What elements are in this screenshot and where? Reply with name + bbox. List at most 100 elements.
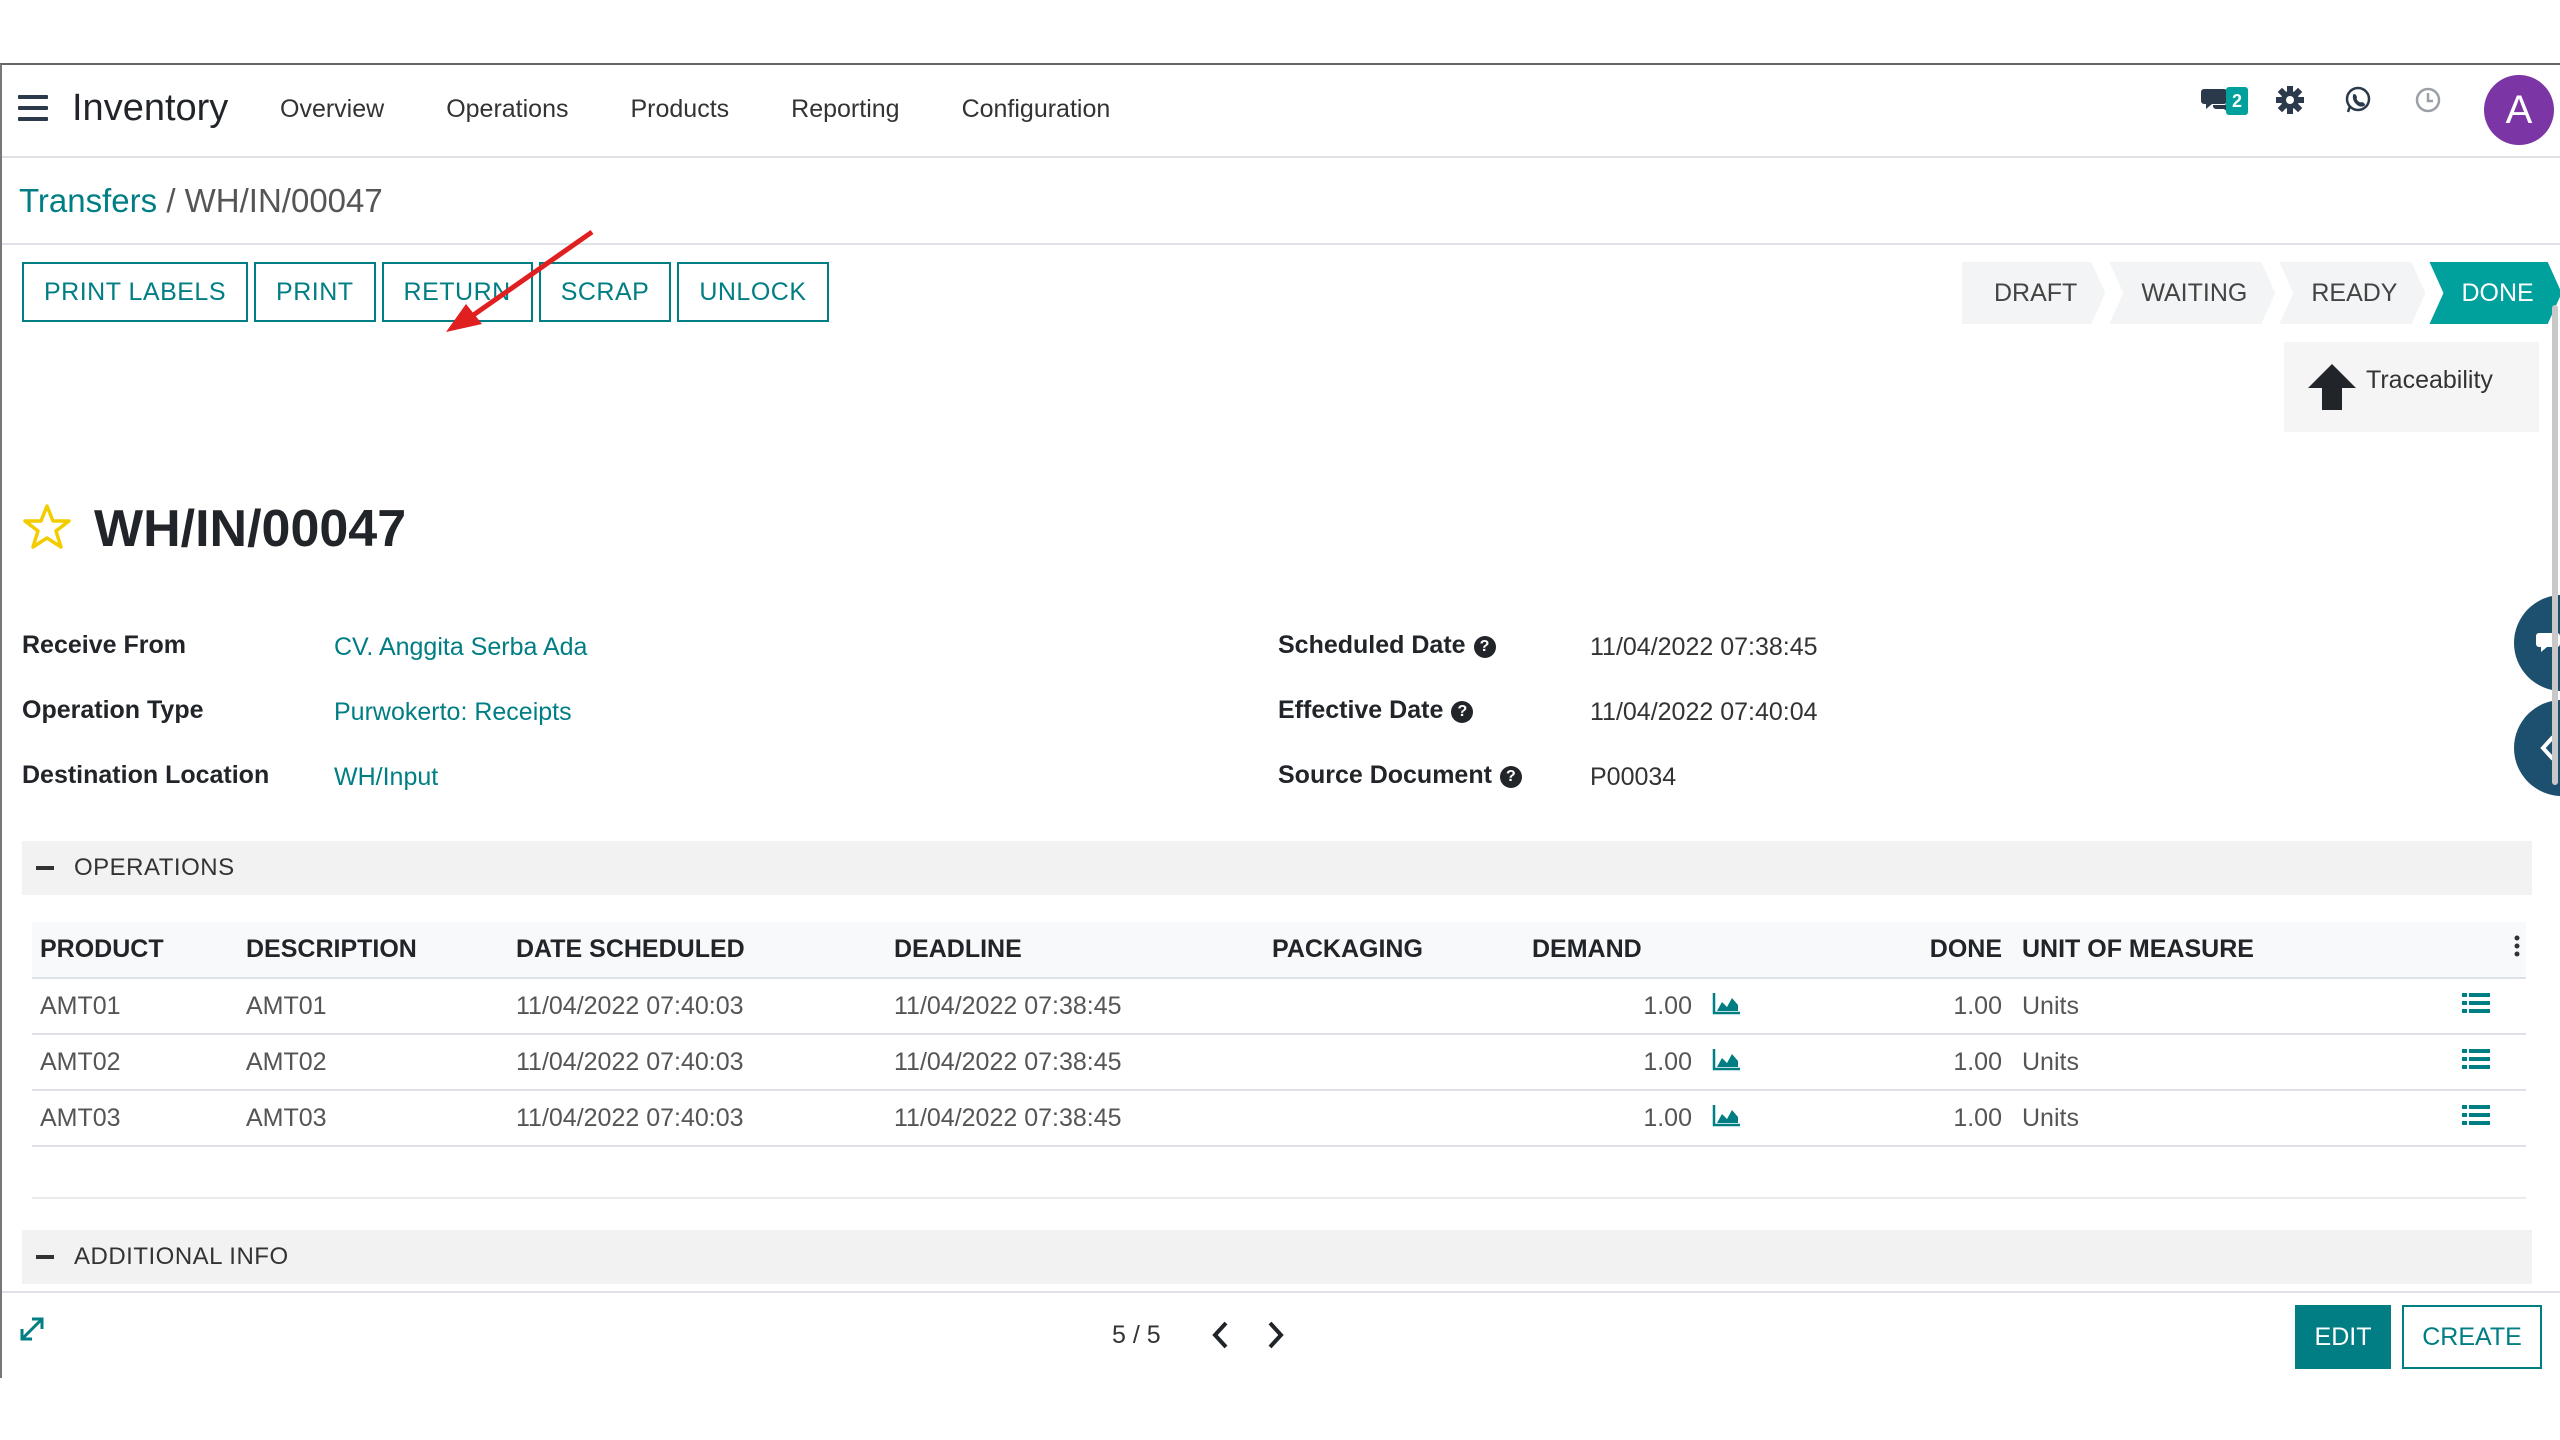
effective-date-value: 11/04/2022 07:40:04 <box>1590 698 1818 726</box>
scheduled-date-value: 11/04/2022 07:38:45 <box>1590 633 1818 661</box>
status-bar: DRAFT WAITING READY DONE <box>1962 262 2560 324</box>
col-deadline[interactable]: DEADLINE <box>886 922 1264 979</box>
source-document-label: Source Document? <box>1278 761 1522 790</box>
footer-bar: 5 / 5 EDIT CREATE <box>2 1291 2560 1378</box>
help-icon[interactable]: ? <box>1499 766 1522 788</box>
menu-overview[interactable]: Overview <box>280 95 384 124</box>
favorite-star-icon[interactable] <box>22 503 72 551</box>
cell-deadline: 11/04/2022 07:38:45 <box>886 978 1264 1035</box>
table-row[interactable]: AMT01 AMT01 11/04/2022 07:40:03 11/04/20… <box>32 978 2526 1035</box>
menu-products[interactable]: Products <box>630 95 729 124</box>
source-document-value: P00034 <box>1590 763 1677 791</box>
status-ready[interactable]: READY <box>2279 262 2425 324</box>
cell-packaging <box>1264 1034 1524 1091</box>
col-demand[interactable]: DEMAND <box>1524 922 1704 979</box>
status-draft[interactable]: DRAFT <box>1962 262 2105 324</box>
breadcrumb-current: WH/IN/00047 <box>184 182 383 219</box>
collapse-icon <box>36 866 54 870</box>
odoo-window: Inventory Overview Operations Products R… <box>0 63 2560 1378</box>
print-button[interactable]: PRINT <box>254 262 376 322</box>
cell-packaging <box>1264 1090 1524 1147</box>
whatsapp-icon[interactable] <box>2340 85 2376 121</box>
menu-operations[interactable]: Operations <box>446 95 568 124</box>
traceability-button[interactable]: Traceability <box>2284 342 2539 432</box>
activity-clock-icon[interactable] <box>2410 85 2446 121</box>
cell-demand: 1.00 <box>1524 1090 1704 1147</box>
cell-product: AMT02 <box>32 1034 238 1091</box>
operations-section-toggle[interactable]: OPERATIONS <box>22 841 2532 895</box>
help-icon[interactable]: ? <box>1451 701 1474 723</box>
additional-info-section-toggle[interactable]: ADDITIONAL INFO <box>22 1230 2532 1284</box>
cell-uom: Units <box>2014 978 2374 1035</box>
status-done[interactable]: DONE <box>2429 262 2560 324</box>
top-margin <box>0 0 2560 63</box>
table-header-row: PRODUCT DESCRIPTION DATE SCHEDULED DEADL… <box>32 922 2526 979</box>
menu-reporting[interactable]: Reporting <box>791 95 899 124</box>
pager-next-icon[interactable] <box>1260 1317 1290 1353</box>
traceability-label: Traceability <box>2366 365 2493 394</box>
operation-type-label: Operation Type <box>22 696 204 724</box>
effective-date-label: Effective Date? <box>1278 696 1474 725</box>
forecast-chart-icon[interactable] <box>1704 1034 1774 1091</box>
cell-uom: Units <box>2014 1090 2374 1147</box>
pager-previous-icon[interactable] <box>1206 1317 1236 1353</box>
expand-icon[interactable] <box>18 1315 46 1343</box>
help-icon[interactable]: ? <box>1473 636 1496 658</box>
cell-done: 1.00 <box>1774 978 2014 1035</box>
breadcrumb: Transfers / WH/IN/00047 <box>19 182 383 220</box>
detailed-operations-list-icon[interactable] <box>2374 978 2526 1035</box>
col-date-scheduled[interactable]: DATE SCHEDULED <box>508 922 886 979</box>
settings-gear-icon[interactable] <box>2272 85 2308 121</box>
cell-product: AMT01 <box>32 978 238 1035</box>
detailed-operations-list-icon[interactable] <box>2374 1034 2526 1091</box>
print-labels-button[interactable]: PRINT LABELS <box>22 262 249 322</box>
control-panel: Transfers / WH/IN/00047 <box>2 160 2560 245</box>
destination-location-value[interactable]: WH/Input <box>334 763 438 792</box>
breadcrumb-separator: / <box>166 182 176 219</box>
empty-table-row <box>32 1143 2526 1199</box>
app-menu-icon[interactable] <box>18 95 48 121</box>
app-name[interactable]: Inventory <box>72 87 228 130</box>
receive-from-label: Receive From <box>22 631 186 659</box>
cell-packaging <box>1264 978 1524 1035</box>
forecast-chart-icon[interactable] <box>1704 1090 1774 1147</box>
cell-date-scheduled: 11/04/2022 07:40:03 <box>508 1090 886 1147</box>
cell-done: 1.00 <box>1774 1034 2014 1091</box>
operations-table: PRODUCT DESCRIPTION DATE SCHEDULED DEADL… <box>32 922 2526 1147</box>
pager-value[interactable]: 5 / 5 <box>1112 1321 1161 1350</box>
col-demand-forecast <box>1704 922 1774 979</box>
col-done[interactable]: DONE <box>1774 922 2014 979</box>
bottom-margin <box>0 1378 2560 1440</box>
status-waiting[interactable]: WAITING <box>2109 262 2275 324</box>
menu-configuration[interactable]: Configuration <box>962 95 1111 124</box>
col-unit-of-measure[interactable]: UNIT OF MEASURE <box>2014 922 2374 979</box>
unlock-button[interactable]: UNLOCK <box>677 262 829 322</box>
operations-section-title: OPERATIONS <box>74 854 235 881</box>
detailed-operations-list-icon[interactable] <box>2374 1090 2526 1147</box>
breadcrumb-transfers[interactable]: Transfers <box>19 182 157 219</box>
scrollbar[interactable] <box>2552 305 2558 785</box>
source-document-label-text: Source Document <box>1278 761 1492 789</box>
forecast-chart-icon[interactable] <box>1704 978 1774 1035</box>
additional-info-section-title: ADDITIONAL INFO <box>74 1243 289 1270</box>
cell-demand: 1.00 <box>1524 1034 1704 1091</box>
create-button[interactable]: CREATE <box>2402 1305 2542 1369</box>
receive-from-value[interactable]: CV. Anggita Serba Ada <box>334 633 587 662</box>
cell-demand: 1.00 <box>1524 978 1704 1035</box>
col-product[interactable]: PRODUCT <box>32 922 238 979</box>
col-packaging[interactable]: PACKAGING <box>1264 922 1524 979</box>
annotation-arrow <box>446 229 594 332</box>
col-description[interactable]: DESCRIPTION <box>238 922 508 979</box>
main-menu: Overview Operations Products Reporting C… <box>280 95 1172 124</box>
edit-button[interactable]: EDIT <box>2295 1305 2391 1369</box>
form-action-buttons: PRINT LABELS PRINT RETURN SCRAP UNLOCK <box>22 262 835 322</box>
table-row[interactable]: AMT02 AMT02 11/04/2022 07:40:03 11/04/20… <box>32 1034 2526 1091</box>
scheduled-date-label-text: Scheduled Date <box>1278 631 1466 659</box>
arrow-up-icon <box>2308 364 2356 410</box>
optional-columns-icon[interactable] <box>2374 922 2526 979</box>
user-avatar[interactable]: A <box>2484 75 2554 145</box>
table-row[interactable]: AMT03 AMT03 11/04/2022 07:40:03 11/04/20… <box>32 1090 2526 1147</box>
cell-description: AMT01 <box>238 978 508 1035</box>
cell-uom: Units <box>2014 1034 2374 1091</box>
operation-type-value[interactable]: Purwokerto: Receipts <box>334 698 572 727</box>
